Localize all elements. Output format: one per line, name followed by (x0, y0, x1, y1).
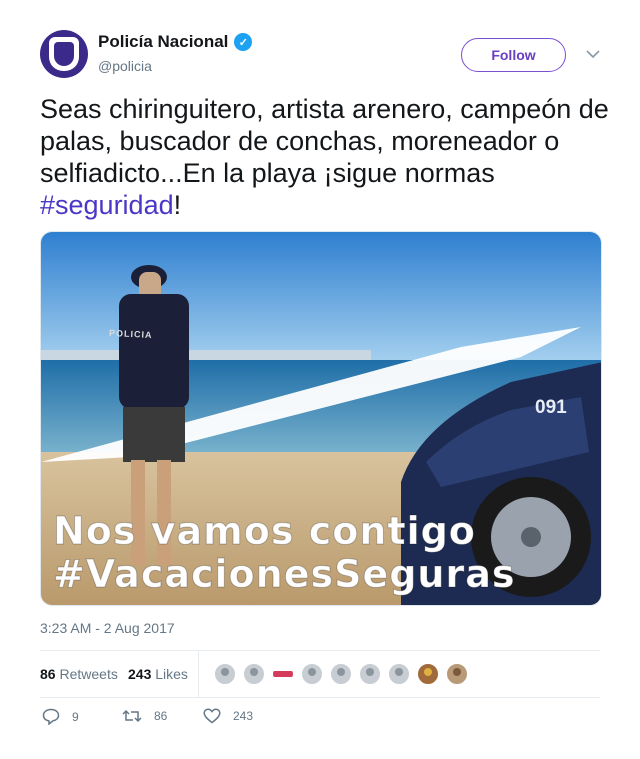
liker-avatar[interactable] (445, 662, 469, 686)
reply-icon (42, 708, 60, 725)
avatar[interactable] (40, 30, 88, 78)
reply-button[interactable]: 9 (42, 708, 79, 725)
retweet-icon (122, 709, 142, 723)
account-handle[interactable]: @policia (98, 58, 252, 74)
reply-count: 9 (72, 709, 79, 724)
likes-count: 243 (128, 666, 152, 682)
vehicle-plate: 091 (535, 397, 567, 418)
tweet-stats: 86 Retweets 243 Likes (40, 650, 600, 697)
likes-label: Likes (155, 666, 188, 682)
display-name-row[interactable]: Policía Nacional ✓ (98, 32, 253, 52)
tweet-timestamp[interactable]: 3:23 AM - 2 Aug 2017 (40, 620, 175, 636)
retweets-count: 86 (40, 666, 56, 682)
hashtag-link[interactable]: #seguridad (40, 190, 174, 220)
likes-stat[interactable]: 243 Likes (128, 666, 188, 682)
image-caption-line2: #VacacionesSeguras (52, 552, 516, 597)
tweet-actions: 9 86 243 (40, 706, 340, 730)
retweets-stat[interactable]: 86 Retweets (40, 666, 118, 682)
liker-avatar[interactable] (271, 662, 295, 686)
retweet-button[interactable]: 86 (122, 708, 167, 724)
account-info: Policía Nacional ✓ @policia (98, 32, 253, 74)
liker-avatar[interactable] (213, 662, 237, 686)
display-name[interactable]: Policía Nacional (98, 32, 228, 52)
tweet-image[interactable]: POLICIA 091 Nos vamos contigo #Vacacione… (40, 231, 602, 606)
chevron-down-icon[interactable] (585, 46, 601, 62)
heart-icon (203, 708, 221, 724)
tweet-text: Seas chiringuitero, artista arenero, cam… (40, 93, 610, 221)
retweet-count: 86 (154, 709, 168, 723)
divider (40, 697, 600, 698)
tweet-body-end: ! (173, 190, 182, 220)
police-badge-icon (49, 37, 79, 71)
liker-avatar[interactable] (300, 662, 324, 686)
liker-avatar[interactable] (358, 662, 382, 686)
stats-divider (198, 650, 199, 697)
follow-button[interactable]: Follow (461, 38, 566, 72)
like-button[interactable]: 243 (203, 708, 253, 724)
liker-avatar[interactable] (329, 662, 353, 686)
liker-avatars (213, 662, 469, 686)
verified-badge-icon: ✓ (234, 33, 253, 51)
retweets-label: Retweets (59, 666, 118, 682)
image-caption-line1: Nos vamos contigo (53, 509, 476, 554)
liker-avatar[interactable] (242, 662, 266, 686)
tweet-header: Policía Nacional ✓ @policia Follow (40, 30, 600, 82)
tweet-body: Seas chiringuitero, artista arenero, cam… (40, 94, 609, 188)
liker-avatar[interactable] (416, 662, 440, 686)
liker-avatar[interactable] (387, 662, 411, 686)
like-count: 243 (233, 709, 254, 723)
